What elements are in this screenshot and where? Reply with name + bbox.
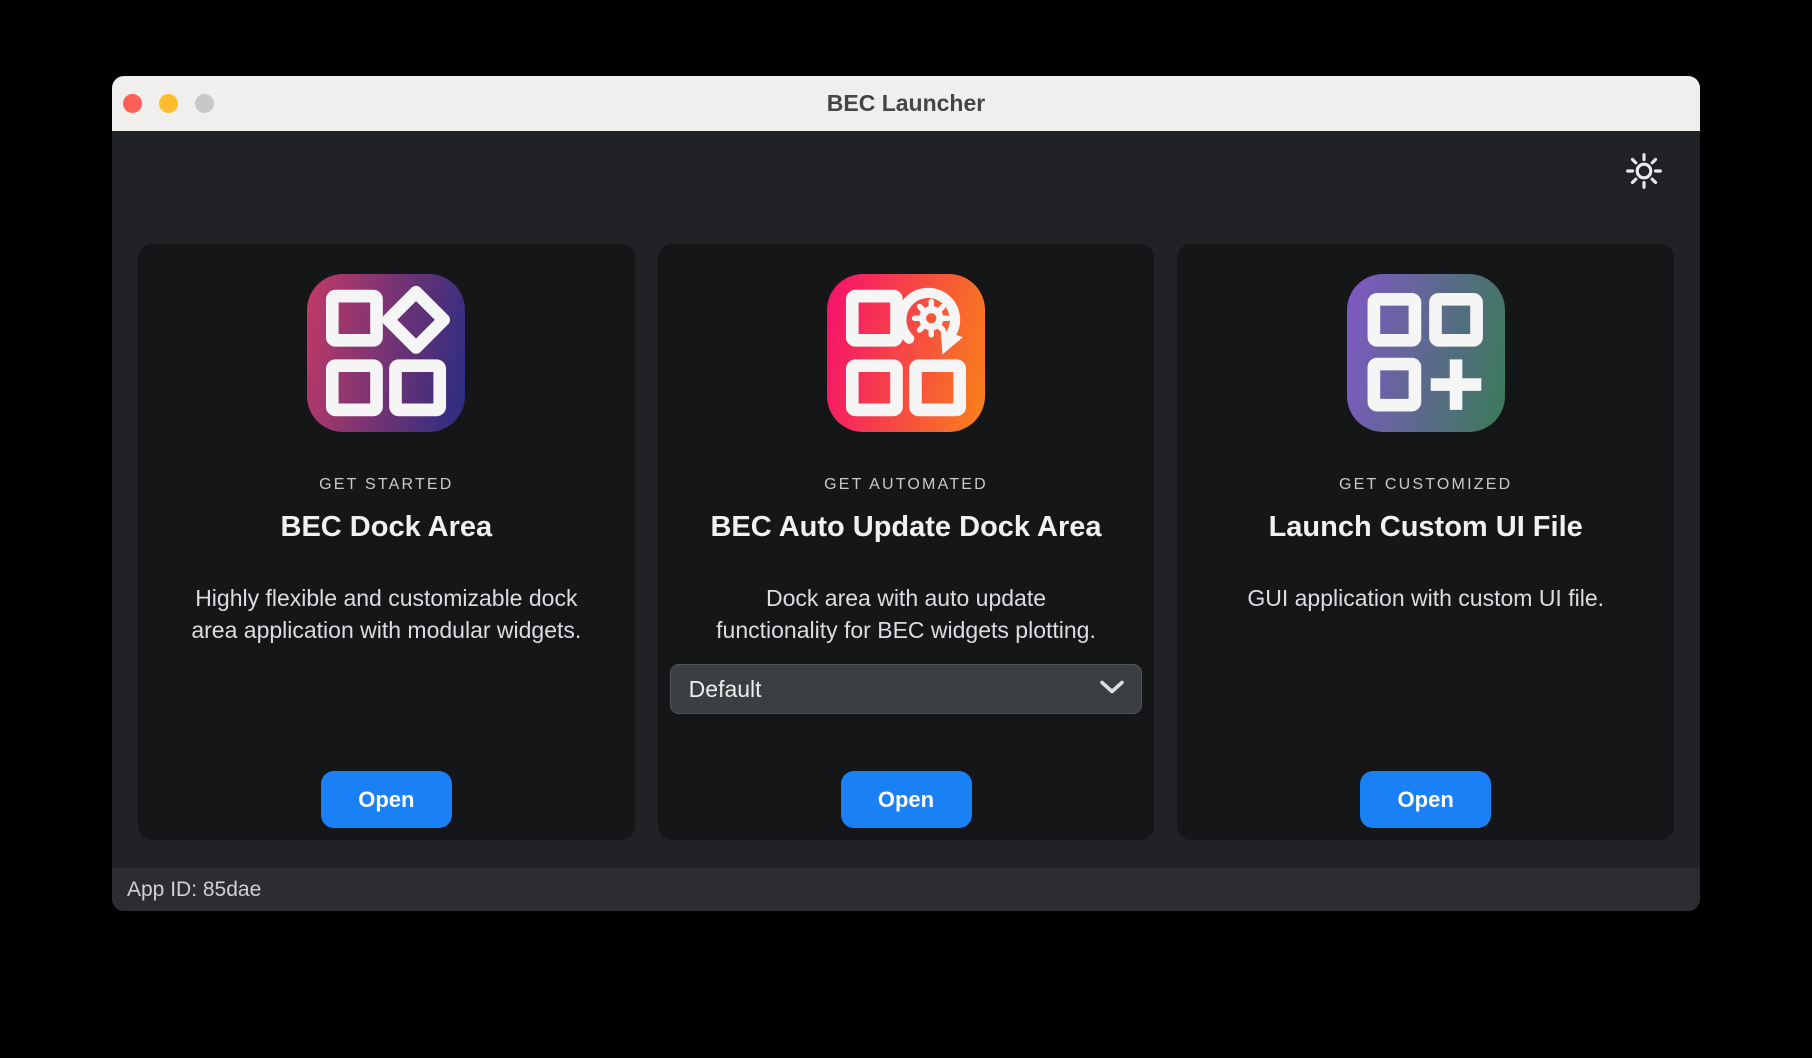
statusbar: App ID: 85dae bbox=[112, 868, 1700, 911]
app-id-label: App ID: 85dae bbox=[127, 878, 261, 902]
card-title: BEC Dock Area bbox=[281, 511, 493, 544]
titlebar: BEC Launcher bbox=[112, 76, 1700, 131]
card-auto-update-dock-area: GET AUTOMATED BEC Auto Update Dock Area … bbox=[658, 244, 1155, 840]
open-dock-area-button[interactable]: Open bbox=[321, 771, 452, 828]
launcher-content: GET STARTED BEC Dock Area Highly flexibl… bbox=[112, 131, 1700, 868]
card-bec-dock-area: GET STARTED BEC Dock Area Highly flexibl… bbox=[138, 244, 635, 840]
version-select-value: Default bbox=[689, 676, 762, 703]
card-launch-custom-ui: GET CUSTOMIZED Launch Custom UI File GUI… bbox=[1177, 244, 1674, 840]
auto-update-grid-icon bbox=[827, 274, 985, 432]
card-overline: GET CUSTOMIZED bbox=[1339, 476, 1512, 494]
card-overline: GET AUTOMATED bbox=[824, 476, 988, 494]
card-description: Dock area with auto update functionality… bbox=[716, 582, 1096, 646]
card-row: GET STARTED BEC Dock Area Highly flexibl… bbox=[138, 244, 1674, 840]
app-window: BEC Launcher bbox=[112, 76, 1700, 911]
card-description: GUI application with custom UI file. bbox=[1247, 582, 1604, 614]
window-title: BEC Launcher bbox=[112, 76, 1700, 131]
open-custom-ui-button[interactable]: Open bbox=[1360, 771, 1491, 828]
dock-grid-icon bbox=[307, 274, 465, 432]
chevron-down-icon bbox=[1099, 679, 1125, 700]
card-title: BEC Auto Update Dock Area bbox=[710, 511, 1101, 544]
card-title: Launch Custom UI File bbox=[1269, 511, 1583, 544]
card-overline: GET STARTED bbox=[319, 476, 453, 494]
open-auto-update-button[interactable]: Open bbox=[841, 771, 972, 828]
sun-icon bbox=[1623, 150, 1665, 195]
theme-toggle-button[interactable] bbox=[1621, 149, 1667, 195]
version-select[interactable]: Default bbox=[670, 664, 1143, 714]
custom-ui-grid-icon bbox=[1347, 274, 1505, 432]
card-description: Highly flexible and customizable dock ar… bbox=[191, 582, 581, 646]
